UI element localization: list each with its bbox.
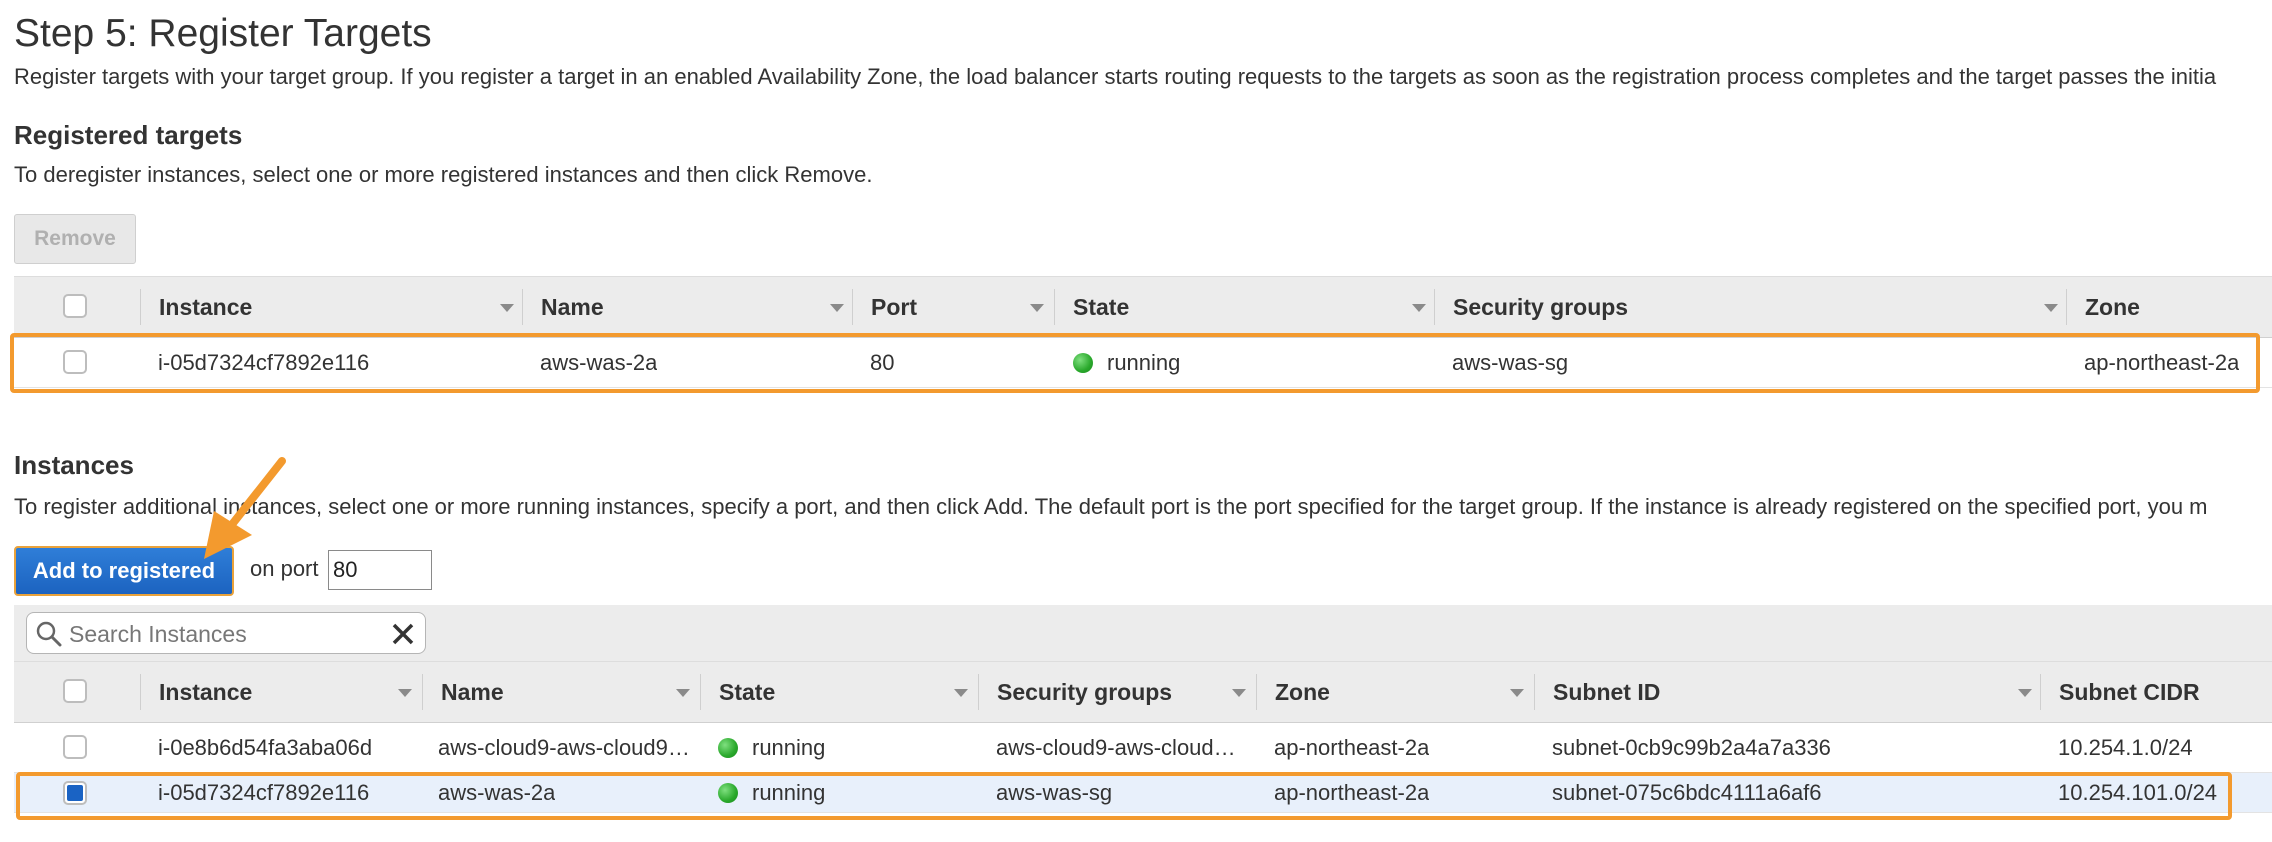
state-label: running (752, 734, 826, 760)
sort-port-icon[interactable] (1030, 304, 1044, 312)
col-state[interactable]: State (719, 662, 775, 722)
page-description: Register targets with your target group.… (14, 64, 2217, 89)
page-title: Step 5: Register Targets (14, 12, 432, 55)
sort-name-icon[interactable] (676, 689, 690, 697)
col-port[interactable]: Port (871, 277, 917, 337)
instances-table-header: Instance Name State Security groups Zone… (14, 661, 2272, 723)
clear-search-icon[interactable] (391, 622, 415, 646)
registered-targets-description: To deregister instances, select one or m… (14, 162, 873, 187)
sort-name-icon[interactable] (830, 304, 844, 312)
sort-state-icon[interactable] (954, 689, 968, 697)
instances-heading: Instances (14, 450, 134, 480)
select-all-instances-checkbox[interactable] (63, 679, 87, 703)
col-subnet-id[interactable]: Subnet ID (1553, 662, 1660, 722)
table-row[interactable]: i-0e8b6d54fa3aba06d aws-cloud9-aws-cloud… (14, 723, 2272, 773)
cell-subnet-id: subnet-0cb9c99b2a4a7a336 (1552, 734, 1831, 760)
cell-state: running (718, 723, 825, 772)
highlight-box (10, 333, 2260, 393)
col-subnet-cidr[interactable]: Subnet CIDR (2059, 662, 2200, 722)
row-checkbox[interactable] (63, 735, 87, 759)
instances-description: To register additional instances, select… (14, 494, 2208, 519)
col-zone[interactable]: Zone (2085, 277, 2140, 337)
col-instance[interactable]: Instance (159, 277, 252, 337)
sort-subnet-id-icon[interactable] (2018, 689, 2032, 697)
col-instance[interactable]: Instance (159, 662, 252, 722)
search-icon (36, 621, 62, 647)
status-running-icon (718, 737, 738, 758)
col-zone[interactable]: Zone (1275, 662, 1330, 722)
col-security-groups[interactable]: Security groups (997, 662, 1172, 722)
sort-security-groups-icon[interactable] (1232, 689, 1246, 697)
cell-name: aws-cloud9-aws-cloud9… (438, 734, 688, 760)
cell-zone: ap-northeast-2a (1274, 734, 1430, 760)
highlight-box (16, 772, 2232, 820)
sort-state-icon[interactable] (1412, 304, 1426, 312)
col-security-groups[interactable]: Security groups (1453, 277, 1628, 337)
select-all-registered-checkbox[interactable] (63, 294, 87, 318)
col-name[interactable]: Name (541, 277, 604, 337)
sort-zone-icon[interactable] (1510, 689, 1524, 697)
remove-button[interactable]: Remove (14, 214, 136, 264)
registered-targets-heading: Registered targets (14, 120, 243, 150)
annotation-arrow-icon (204, 457, 286, 559)
search-input[interactable] (67, 616, 371, 652)
registered-table-header: Instance Name Port State Security groups… (14, 276, 2272, 338)
col-state[interactable]: State (1073, 277, 1129, 337)
search-box[interactable] (26, 612, 426, 654)
cell-instance: i-0e8b6d54fa3aba06d (158, 734, 373, 760)
sort-instance-icon[interactable] (398, 689, 412, 697)
port-input[interactable] (328, 550, 432, 590)
sort-instance-icon[interactable] (500, 304, 514, 312)
sort-security-groups-icon[interactable] (2044, 304, 2058, 312)
col-name[interactable]: Name (441, 662, 504, 722)
cell-security-groups: aws-cloud9-aws-cloud… (996, 734, 1236, 760)
cell-subnet-cidr: 10.254.1.0/24 (2058, 734, 2193, 760)
